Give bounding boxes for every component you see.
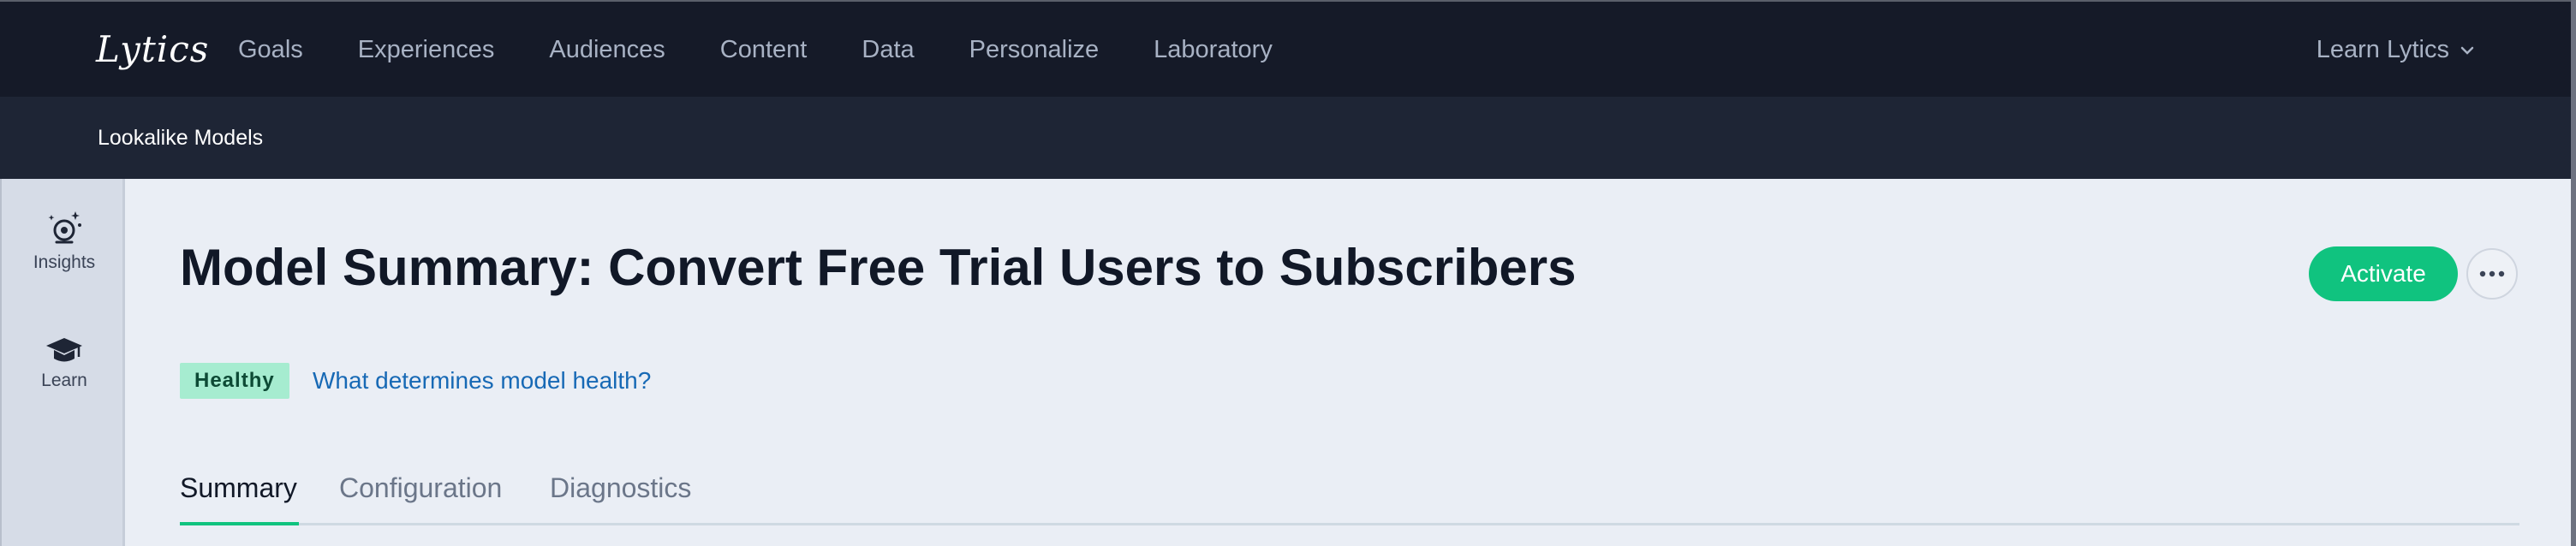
- sub-navigation-bar: Lookalike Models: [0, 97, 2576, 179]
- model-health-link[interactable]: What determines model health?: [313, 363, 651, 399]
- subnav-title[interactable]: Lookalike Models: [98, 97, 263, 179]
- nav-item-audiences[interactable]: Audiences: [549, 36, 665, 64]
- sidebar-item-label: Learn: [41, 371, 87, 390]
- tab-bar: Summary Configuration Diagnostics: [180, 464, 2519, 525]
- nav-item-personalize[interactable]: Personalize: [969, 36, 1100, 64]
- activate-button[interactable]: Activate: [2309, 246, 2458, 301]
- sidebar-item-insights[interactable]: Insights: [2, 208, 127, 273]
- nav-item-data[interactable]: Data: [862, 36, 914, 64]
- nav-item-goals[interactable]: Goals: [238, 36, 303, 64]
- ellipsis-icon: [2479, 270, 2505, 277]
- tab-label: Summary: [180, 472, 297, 503]
- chevron-down-icon: [2460, 46, 2474, 55]
- tab-label: Configuration: [339, 472, 503, 503]
- tab-summary[interactable]: Summary: [180, 464, 299, 525]
- nav-item-content[interactable]: Content: [720, 36, 808, 64]
- sidebar-item-learn[interactable]: Learn: [2, 336, 127, 391]
- more-options-button[interactable]: [2466, 248, 2518, 300]
- page-title: Model Summary: Convert Free Trial Users …: [180, 239, 1577, 296]
- tab-configuration[interactable]: Configuration: [339, 464, 502, 523]
- active-tab-indicator: [180, 522, 299, 525]
- sidebar-item-label: Insights: [33, 252, 96, 272]
- nav-item-experiences[interactable]: Experiences: [358, 36, 495, 64]
- lytics-logo[interactable]: Lytics: [96, 24, 209, 75]
- insights-icon: [48, 211, 81, 244]
- status-badge: Healthy: [180, 363, 289, 399]
- left-sidebar: Insights Learn: [0, 179, 125, 546]
- nav-item-laboratory[interactable]: Laboratory: [1154, 36, 1273, 64]
- tab-diagnostics[interactable]: Diagnostics: [550, 464, 691, 523]
- tab-label: Diagnostics: [550, 472, 692, 503]
- account-label: Learn Lytics: [2316, 36, 2449, 63]
- account-menu[interactable]: Learn Lytics: [2317, 2, 2475, 98]
- window-edge: [2571, 0, 2576, 546]
- graduation-cap-icon: [46, 338, 82, 362]
- top-navigation-bar: Lytics Goals Experiences Audiences Conte…: [0, 0, 2576, 97]
- main-nav: Goals Experiences Audiences Content Data…: [238, 2, 1327, 98]
